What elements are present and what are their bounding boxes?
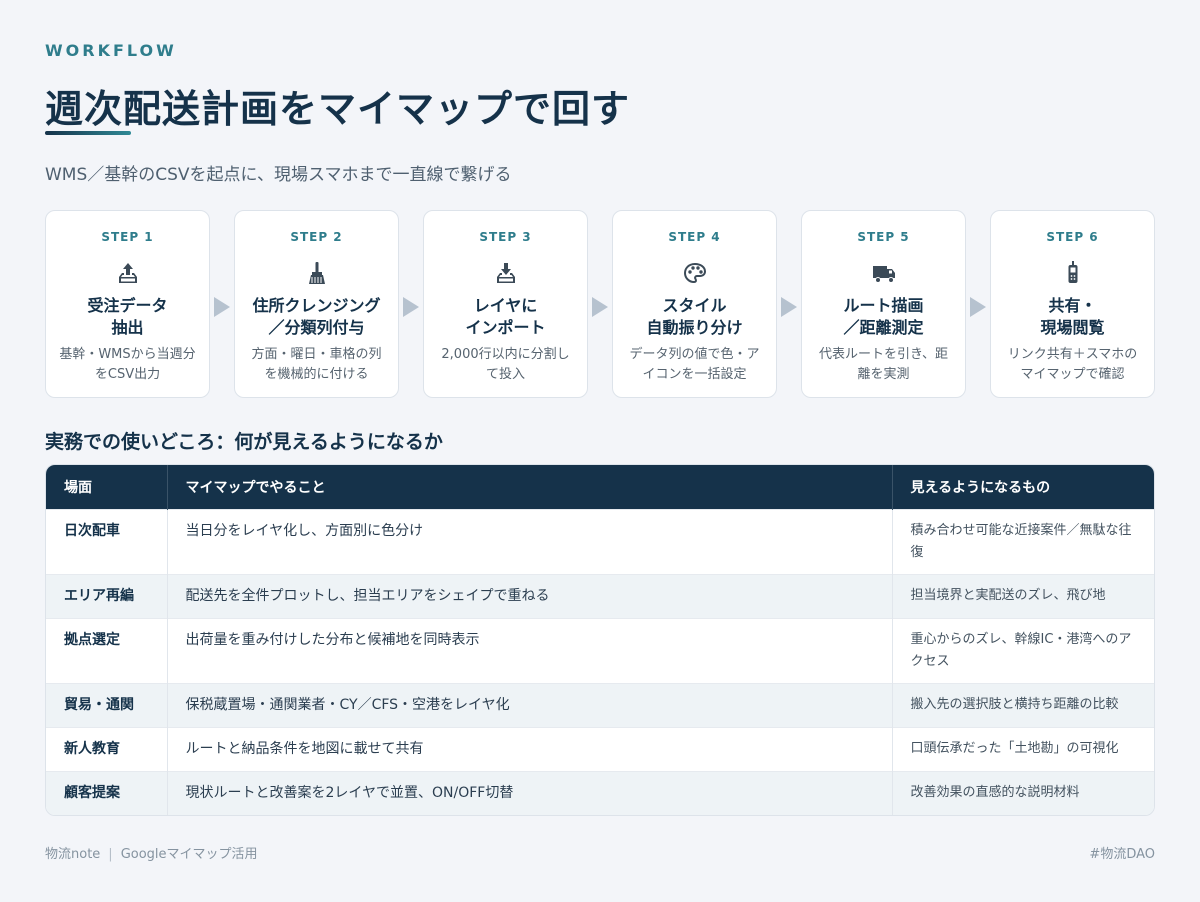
- step-arrow: [781, 297, 797, 317]
- cell-action: 保税蔵置場・通関業者・CY／CFS・空港をレイヤ化: [166, 682, 892, 727]
- step-arrow: [214, 297, 230, 317]
- footer-source: 物流note: [45, 847, 101, 862]
- step-description-line: 離を実測: [857, 367, 910, 382]
- truck-icon: [870, 259, 898, 287]
- column-header-result: 見えるようになるもの: [891, 465, 1154, 509]
- step-description-line: て投入: [485, 367, 525, 382]
- step-arrow: [970, 297, 986, 317]
- step-label: STEP 4: [668, 230, 721, 244]
- step-title-line: レイヤに: [473, 296, 538, 315]
- step-title-line: 抽出: [111, 318, 144, 337]
- cell-scene: 拠点選定: [46, 617, 167, 683]
- cell-scene: 日次配車: [46, 508, 167, 574]
- step-card-2: STEP 2 住所クレンジング ／分類列付与 方面・曜日・車格の列 を機械的に付…: [234, 210, 399, 398]
- step-description-line: イコンを一括設定: [642, 367, 747, 382]
- footer-separator: |: [108, 847, 113, 862]
- table-row: 顧客提案 現状ルートと改善案を2レイヤで並置、ON/OFF切替 改善効果の直感的…: [46, 770, 1154, 815]
- use-case-table: 場面 マイマップでやること 見えるようになるもの 日次配車 当日分をレイヤ化し、…: [45, 464, 1155, 816]
- table-row: エリア再編 配送先を全件プロットし、担当エリアをシェイプで重ねる 担当境界と実配…: [46, 573, 1154, 618]
- step-title-line: 共有・: [1048, 296, 1097, 315]
- column-header-scene: 場面: [46, 465, 167, 509]
- step-title: 受注データ 抽出: [54, 295, 201, 339]
- eyebrow-label: WORKFLOW: [45, 41, 177, 60]
- palette-icon: [681, 259, 709, 287]
- footer-credit: 物流note | Googleマイマップ活用: [45, 843, 258, 862]
- page-subtitle: WMS／基幹のCSVを起点に、現場スマホまで一直線で繋げる: [45, 165, 512, 185]
- step-description-line: を機械的に付ける: [264, 367, 369, 382]
- step-title-line: 自動振り分け: [646, 318, 743, 337]
- page-title: 週次配送計画をマイマップで回す: [45, 87, 631, 131]
- step-description: 2,000行以内に分割し て投入: [434, 345, 577, 385]
- cell-result: 搬入先の選択肢と横持ち距離の比較: [891, 682, 1154, 727]
- step-description-line: 基幹・WMSから当週分: [59, 347, 196, 362]
- step-description-line: 方面・曜日・車格の列: [251, 347, 382, 362]
- step-arrow: [592, 297, 608, 317]
- section-heading: 実務での使いどころ：何が見えるようになるか: [45, 431, 443, 453]
- step-label: STEP 5: [857, 230, 910, 244]
- step-title: スタイル 自動振り分け: [621, 295, 768, 339]
- table-row: 拠点選定 出荷量を重み付けした分布と候補地を同時表示 重心からのズレ、幹線IC・…: [46, 617, 1154, 683]
- step-description: 代表ルートを引き、距 離を実測: [812, 345, 955, 385]
- step-label: STEP 6: [1046, 230, 1099, 244]
- cell-action: 現状ルートと改善案を2レイヤで並置、ON/OFF切替: [166, 770, 892, 815]
- table-row: 新人教育 ルートと納品条件を地図に載せて共有 口頭伝承だった「土地勘」の可視化: [46, 726, 1154, 771]
- step-label: STEP 3: [479, 230, 532, 244]
- step-title-line: ルート描画: [843, 296, 924, 315]
- step-description-line: 代表ルートを引き、距: [818, 347, 949, 362]
- step-title: 住所クレンジング ／分類列付与: [243, 295, 390, 339]
- step-description-line: マイマップで確認: [1020, 367, 1125, 382]
- inbox-download-icon: [492, 259, 520, 287]
- step-description: 方面・曜日・車格の列 を機械的に付ける: [245, 345, 388, 385]
- column-header-action: マイマップでやること: [166, 465, 892, 509]
- step-title-line: ／距離測定: [843, 318, 924, 337]
- step-card-1: STEP 1 受注データ 抽出 基幹・WMSから当週分 をCSV出力: [45, 210, 210, 398]
- broom-icon: [303, 259, 331, 287]
- mobile-phone-icon: [1059, 259, 1087, 287]
- step-title: 共有・ 現場閲覧: [999, 295, 1146, 339]
- cell-result: 改善効果の直感的な説明材料: [891, 770, 1154, 815]
- step-arrow: [403, 297, 419, 317]
- cell-result: 積み合わせ可能な近接案件／無駄な往復: [891, 508, 1154, 574]
- cell-action: 当日分をレイヤ化し、方面別に色分け: [166, 508, 892, 574]
- cell-result: 担当境界と実配送のズレ、飛び地: [891, 573, 1154, 618]
- step-title-line: ／分類列付与: [268, 318, 365, 337]
- step-title-line: 現場閲覧: [1040, 318, 1105, 337]
- step-label: STEP 1: [101, 230, 154, 244]
- table-header-row: 場面 マイマップでやること 見えるようになるもの: [46, 465, 1154, 509]
- cell-action: 出荷量を重み付けした分布と候補地を同時表示: [166, 617, 892, 683]
- cell-scene: エリア再編: [46, 573, 167, 618]
- step-description-line: データ列の値で色・ア: [629, 347, 760, 362]
- step-card-5: STEP 5 ルート描画 ／距離測定 代表ルートを引き、距 離を実測: [801, 210, 966, 398]
- step-description-line: リンク共有＋スマホの: [1007, 347, 1138, 362]
- step-label: STEP 2: [290, 230, 343, 244]
- footer-topic: Googleマイマップ活用: [120, 847, 258, 862]
- step-title-line: スタイル: [662, 296, 727, 315]
- step-card-3: STEP 3 レイヤに インポート 2,000行以内に分割し て投入: [423, 210, 588, 398]
- step-title-line: 住所クレンジング: [252, 296, 381, 315]
- cell-result: 重心からのズレ、幹線IC・港湾へのアクセス: [891, 617, 1154, 683]
- step-title-line: インポート: [465, 318, 546, 337]
- cell-result: 口頭伝承だった「土地勘」の可視化: [891, 726, 1154, 771]
- step-description: データ列の値で色・ア イコンを一括設定: [623, 345, 766, 385]
- step-description-line: 2,000行以内に分割し: [441, 347, 570, 362]
- table-row: 貿易・通関 保税蔵置場・通関業者・CY／CFS・空港をレイヤ化 搬入先の選択肢と…: [46, 682, 1154, 727]
- workflow-steps: STEP 1 受注データ 抽出 基幹・WMSから当週分 をCSV出力 STEP …: [45, 210, 1155, 398]
- cell-action: ルートと納品条件を地図に載せて共有: [166, 726, 892, 771]
- title-underline: [45, 131, 131, 135]
- step-title-line: 受注データ: [87, 296, 168, 315]
- cell-scene: 新人教育: [46, 726, 167, 771]
- cell-scene: 顧客提案: [46, 770, 167, 815]
- table-row: 日次配車 当日分をレイヤ化し、方面別に色分け 積み合わせ可能な近接案件／無駄な往…: [46, 508, 1154, 574]
- step-title: ルート描画 ／距離測定: [810, 295, 957, 339]
- step-card-4: STEP 4 スタイル 自動振り分け データ列の値で色・ア イコンを一括設定: [612, 210, 777, 398]
- step-title: レイヤに インポート: [432, 295, 579, 339]
- step-description-line: をCSV出力: [94, 367, 161, 382]
- footer-hashtag: #物流DAO: [1089, 847, 1155, 862]
- step-description: 基幹・WMSから当週分 をCSV出力: [56, 345, 199, 385]
- upload-tray-icon: [114, 259, 142, 287]
- cell-action: 配送先を全件プロットし、担当エリアをシェイプで重ねる: [166, 573, 892, 618]
- cell-scene: 貿易・通関: [46, 682, 167, 727]
- step-description: リンク共有＋スマホの マイマップで確認: [1001, 345, 1144, 385]
- step-card-6: STEP 6 共有・ 現場閲覧 リンク共有＋スマホの マイマップで確認: [990, 210, 1155, 398]
